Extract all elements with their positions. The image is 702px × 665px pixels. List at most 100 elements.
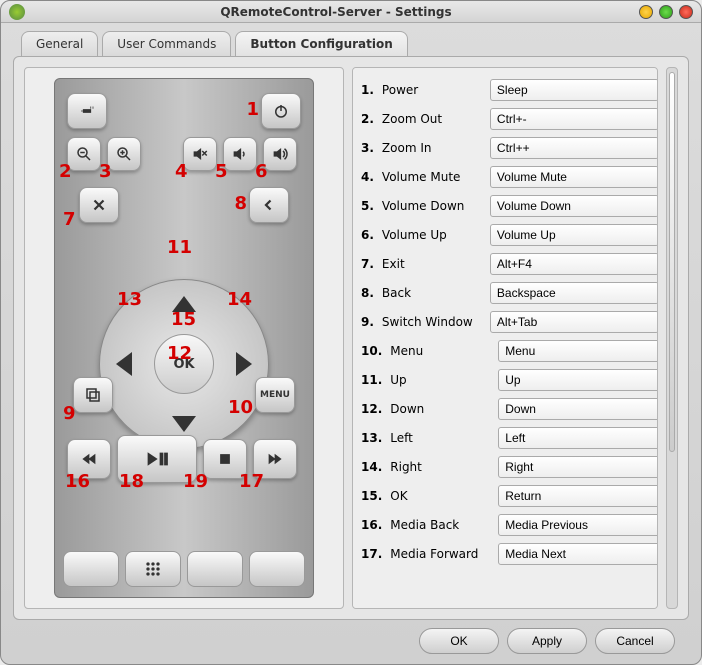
mode-bar [63,551,305,587]
mapping-index: 3. [361,141,374,155]
mapping-name: Volume Mute [382,170,482,184]
volume-down-icon [231,145,249,163]
mapping-value-input[interactable] [490,224,658,246]
mapping-name: Down [390,402,490,416]
zoom-out-button[interactable] [67,137,101,171]
mute-button[interactable] [183,137,217,171]
mapping-index: 16. [361,518,382,532]
mapping-index: 1. [361,83,374,97]
mapping-value-input[interactable] [490,79,658,101]
mapping-name: Switch Window [382,315,482,329]
x-icon [90,196,108,214]
mapping-name: Media Forward [390,547,490,561]
mapping-name: Media Back [390,518,490,532]
mapping-row: 10.Menu [361,338,653,364]
mapping-name: Right [390,460,490,474]
plug-button[interactable] [67,93,107,129]
dpad-right[interactable] [236,352,252,376]
switch-window-button[interactable] [73,377,113,413]
keyboard-icon [267,559,287,579]
dpad-down[interactable] [172,416,196,432]
mapping-index: 4. [361,170,374,184]
mapping-row: 6.Volume Up [361,222,653,248]
media-next-icon [266,450,284,468]
mapping-value-input[interactable] [498,398,658,420]
minimize-button[interactable] [639,5,653,19]
mapping-value-input[interactable] [490,166,658,188]
mapping-index: 7. [361,257,374,271]
mode-keypad[interactable] [125,551,181,587]
mapping-value-input[interactable] [490,282,658,304]
close-button[interactable] [679,5,693,19]
remote-icon [81,559,101,579]
zoom-in-button[interactable] [107,137,141,171]
mapping-row: 7.Exit [361,251,653,277]
mapping-row: 8.Back [361,280,653,306]
mapping-index: 2. [361,112,374,126]
power-button[interactable] [261,93,301,129]
mapping-name: Left [390,431,490,445]
vol-up-button[interactable] [263,137,297,171]
tab-user-commands[interactable]: User Commands [102,31,231,56]
mapping-row: 15. OK [361,483,653,509]
mapping-value-input[interactable] [490,195,658,217]
media-forward-button[interactable] [253,439,297,479]
maximize-button[interactable] [659,5,673,19]
label-7: 7 [63,209,76,230]
back-arrow-icon [260,196,278,214]
mapping-name: Back [382,286,482,300]
apply-button[interactable]: Apply [507,628,587,654]
mapping-index: 15. [361,489,382,503]
play-pause-button[interactable] [117,435,197,483]
mapping-value-input[interactable] [498,456,658,478]
mapping-index: 6. [361,228,374,242]
grid-icon [143,559,163,579]
mute-icon [191,145,209,163]
tab-general[interactable]: General [21,31,98,56]
mapping-value-input[interactable] [490,253,658,275]
vol-down-button[interactable] [223,137,257,171]
mapping-row: 9.Switch Window [361,309,653,335]
dpad-up[interactable] [172,296,196,312]
mapping-value-input[interactable] [490,108,658,130]
mapping-value-input[interactable] [490,311,658,333]
mapping-value-input[interactable] [498,485,658,507]
exit-button[interactable] [79,187,119,223]
mapping-name: OK [390,489,490,503]
mode-mouse[interactable] [187,551,243,587]
mapping-index: 10. [361,344,382,358]
zoom-in-icon [115,145,133,163]
stop-icon [216,450,234,468]
mapping-value-input[interactable] [498,514,658,536]
tab-button-configuration[interactable]: Button Configuration [235,31,407,56]
mapping-value-input[interactable] [498,427,658,449]
mapping-row: 12.Down [361,396,653,422]
stop-button[interactable] [203,439,247,479]
power-icon [272,102,290,120]
mode-remote[interactable] [63,551,119,587]
mapping-value-input[interactable] [498,543,658,565]
dpad-left[interactable] [116,352,132,376]
volume-up-icon [271,145,289,163]
mapping-name: Up [390,373,490,387]
label-8: 8 [234,193,247,214]
mapping-value-input[interactable] [490,137,658,159]
menu-button[interactable]: MENU [255,377,295,413]
back-button[interactable] [249,187,289,223]
mapping-index: 5. [361,199,374,213]
ok-button[interactable]: OK [419,628,499,654]
mapping-index: 11. [361,373,382,387]
content: General User Commands Button Configurati… [1,23,701,664]
dpad-ok[interactable]: OK [154,334,214,394]
mapping-value-input[interactable] [498,340,658,362]
scrollbar[interactable] [666,67,678,609]
mapping-row: 16. Media Back [361,512,653,538]
mapping-row: 13.Left [361,425,653,451]
mapping-row: 17.Media Forward [361,541,653,567]
mapping-name: Volume Down [382,199,482,213]
media-back-button[interactable] [67,439,111,479]
mapping-value-input[interactable] [498,369,658,391]
windows-icon [84,386,102,404]
cancel-button[interactable]: Cancel [595,628,675,654]
mode-keyboard[interactable] [249,551,305,587]
